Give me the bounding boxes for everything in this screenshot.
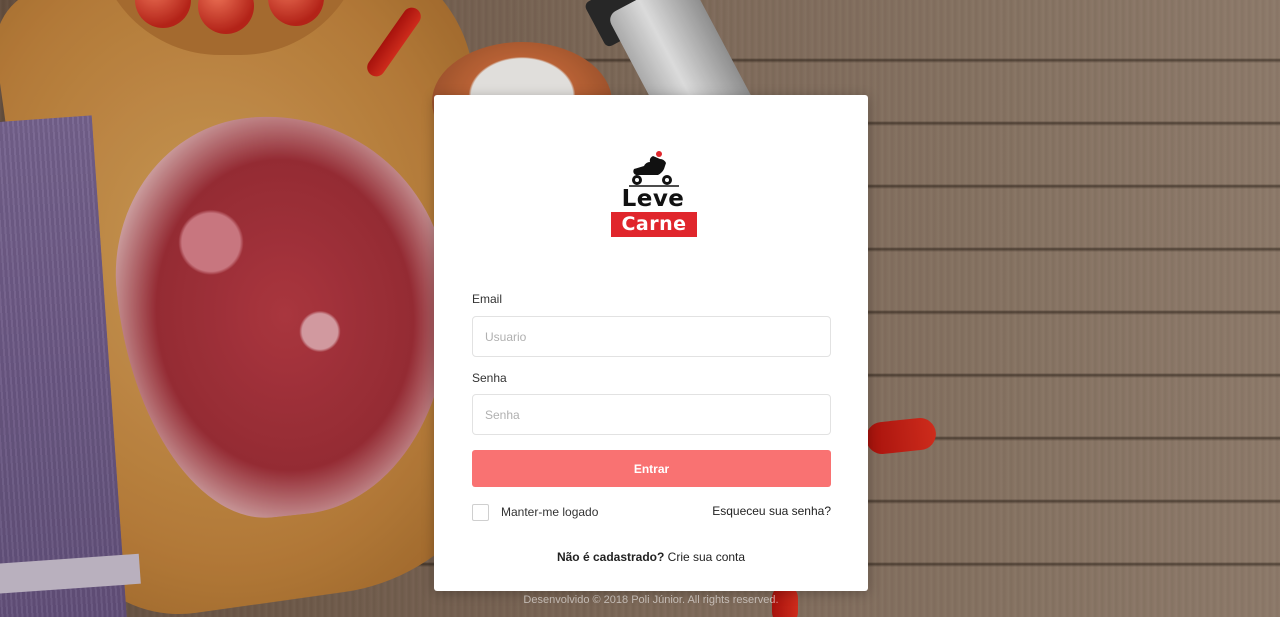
- password-label: Senha: [472, 371, 507, 385]
- email-label: Email: [472, 292, 503, 306]
- signup-link[interactable]: Crie sua conta: [668, 550, 745, 564]
- logo-text-leve: Leve: [621, 186, 685, 212]
- login-card: Leve Carne Email Senha Entrar Manter-me …: [434, 95, 868, 591]
- login-button[interactable]: Entrar: [472, 450, 831, 487]
- remember-me[interactable]: Manter-me logado: [472, 503, 598, 521]
- password-field[interactable]: [472, 394, 831, 435]
- brand-logo: Leve Carne: [609, 150, 697, 240]
- email-field[interactable]: [472, 316, 831, 357]
- logo-text-carne: Carne: [611, 212, 697, 237]
- footer-copyright: Desenvolvido © 2018 Poli Júnior. All rig…: [523, 594, 779, 606]
- scooter-delivery-icon: [629, 151, 679, 187]
- signup-prompt: Não é cadastrado? Crie sua conta: [434, 550, 868, 564]
- remember-checkbox[interactable]: [472, 503, 489, 521]
- forgot-password-link[interactable]: Esqueceu sua senha?: [712, 504, 831, 518]
- signup-question: Não é cadastrado?: [556, 550, 665, 564]
- remember-label: Manter-me logado: [501, 505, 599, 519]
